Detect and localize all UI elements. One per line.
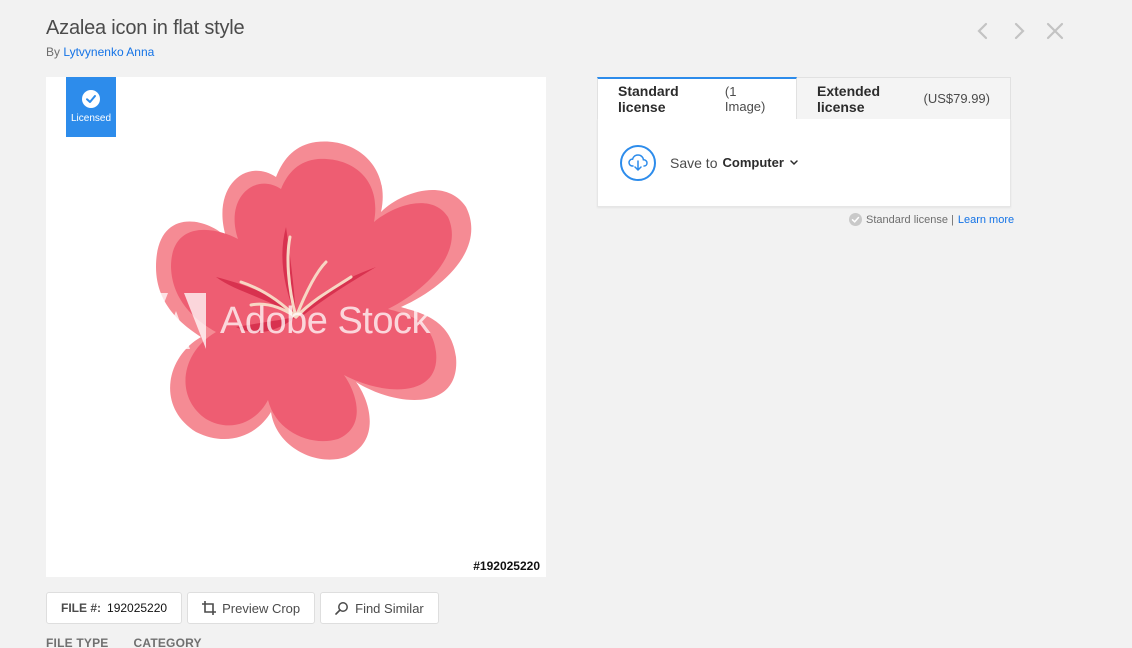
- save-destination: Computer: [722, 155, 784, 170]
- license-tabs: Standard license (1 Image) Extended lice…: [597, 77, 1011, 119]
- meta-headers: FILE TYPE CATEGORY: [46, 636, 202, 648]
- save-to-label: Save to: [670, 154, 718, 171]
- cloud-download-icon: [628, 153, 648, 171]
- action-buttons: FILE #: 192025220 Preview Crop Find Simi…: [46, 592, 439, 624]
- find-similar-label: Find Similar: [355, 600, 424, 616]
- license-tab-body: Save to Computer: [597, 119, 1011, 207]
- preview-crop-label: Preview Crop: [222, 600, 301, 616]
- cloud-download-button[interactable]: [620, 144, 656, 181]
- license-panel: Standard license (1 Image) Extended lice…: [597, 77, 1011, 207]
- extended-tab-sub: (US$79.99): [923, 91, 990, 106]
- file-number-value: 192025220: [107, 601, 168, 615]
- watermark: Adobe Stock: [146, 293, 430, 349]
- file-number-label: FILE #:: [61, 601, 102, 615]
- author-link[interactable]: Lytvynenko Anna: [63, 45, 154, 59]
- tab-extended-license[interactable]: Extended license (US$79.99): [797, 77, 1011, 119]
- file-number-field[interactable]: FILE #: 192025220: [46, 592, 183, 624]
- category-heading: CATEGORY: [133, 636, 202, 648]
- find-similar-button[interactable]: Find Similar: [320, 592, 439, 624]
- licensed-badge: Licensed: [66, 77, 116, 137]
- file-id-overlay: #192025220: [473, 559, 540, 573]
- byline: By Lytvynenko Anna: [46, 45, 154, 59]
- byline-prefix: By: [46, 45, 61, 59]
- licensed-label: Licensed: [70, 113, 112, 124]
- nav-controls: [970, 18, 1068, 44]
- page-title: Azalea icon in flat style: [46, 17, 245, 39]
- chevron-down-icon: [790, 159, 798, 165]
- watermark-text: Adobe Stock: [220, 299, 430, 342]
- preview-crop-button[interactable]: Preview Crop: [187, 592, 316, 624]
- tab-standard-license[interactable]: Standard license (1 Image): [597, 77, 797, 119]
- check-circle-icon: [849, 213, 862, 226]
- adobe-logo-icon: [146, 293, 206, 349]
- learn-more-link[interactable]: Learn more: [958, 214, 1014, 226]
- save-to-dropdown[interactable]: Save to Computer: [670, 155, 799, 171]
- search-icon: [335, 602, 349, 615]
- standard-tab-label: Standard license: [618, 83, 679, 115]
- license-note: Standard license | Learn more: [849, 213, 1014, 226]
- file-type-heading: FILE TYPE: [46, 636, 109, 648]
- crop-icon: [202, 601, 217, 615]
- check-circle-icon: [82, 90, 100, 108]
- license-note-text: Standard license |: [866, 213, 954, 226]
- standard-tab-sub: (1 Image): [724, 84, 766, 114]
- image-preview[interactable]: Adobe Stock Licensed #192025220: [46, 77, 546, 577]
- close-icon[interactable]: [1042, 18, 1068, 44]
- chevron-left-icon[interactable]: [970, 18, 996, 44]
- chevron-right-icon[interactable]: [1006, 18, 1032, 44]
- extended-tab-label: Extended license: [817, 82, 881, 115]
